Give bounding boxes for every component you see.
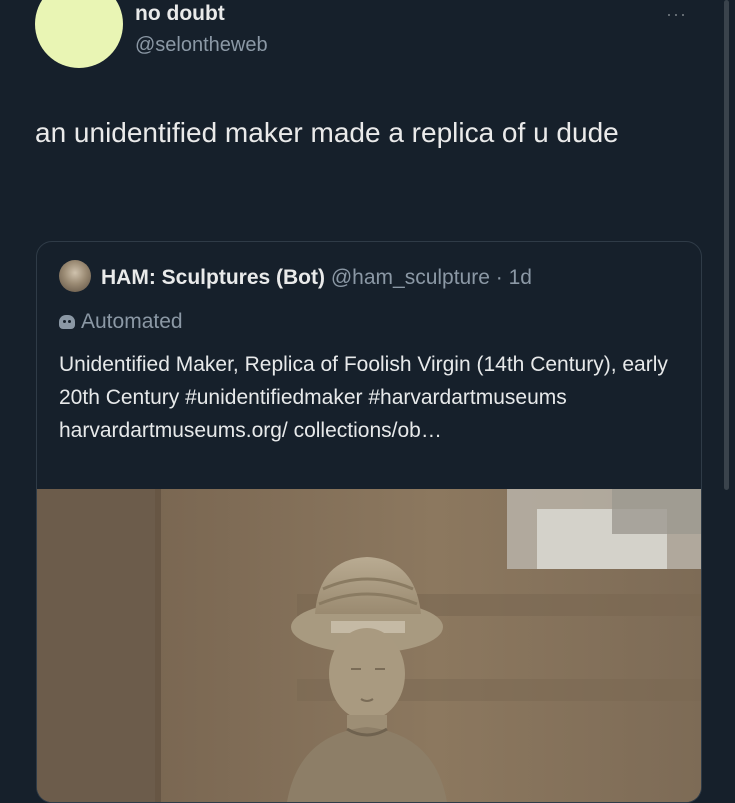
quoted-tweet-header: HAM: Sculptures (Bot) @ham_sculpture · 1…	[101, 266, 532, 290]
author-handle[interactable]: @selontheweb	[135, 34, 268, 57]
quoted-author-meta: @ham_sculpture · 1d	[330, 266, 532, 289]
quoted-tweet-card[interactable]: HAM: Sculptures (Bot) @ham_sculpture · 1…	[36, 241, 702, 803]
quoted-author-name[interactable]: HAM: Sculptures (Bot)	[101, 266, 325, 289]
sculpture-photo[interactable]	[37, 489, 701, 802]
quoted-author-avatar[interactable]	[59, 260, 91, 292]
quoted-tweet-text: Unidentified Maker, Replica of Foolish V…	[59, 353, 668, 442]
scrollbar[interactable]	[724, 0, 729, 490]
author-name[interactable]: no doubt	[135, 2, 225, 26]
tweet-text: an unidentified maker made a replica of …	[35, 117, 619, 148]
more-options-icon[interactable]: ···	[666, 4, 687, 25]
author-avatar[interactable]	[35, 0, 123, 68]
automated-text: Automated	[81, 310, 183, 333]
automated-label: Automated	[59, 310, 183, 334]
bot-icon	[59, 315, 75, 329]
sculpture-photo-image	[37, 489, 701, 802]
